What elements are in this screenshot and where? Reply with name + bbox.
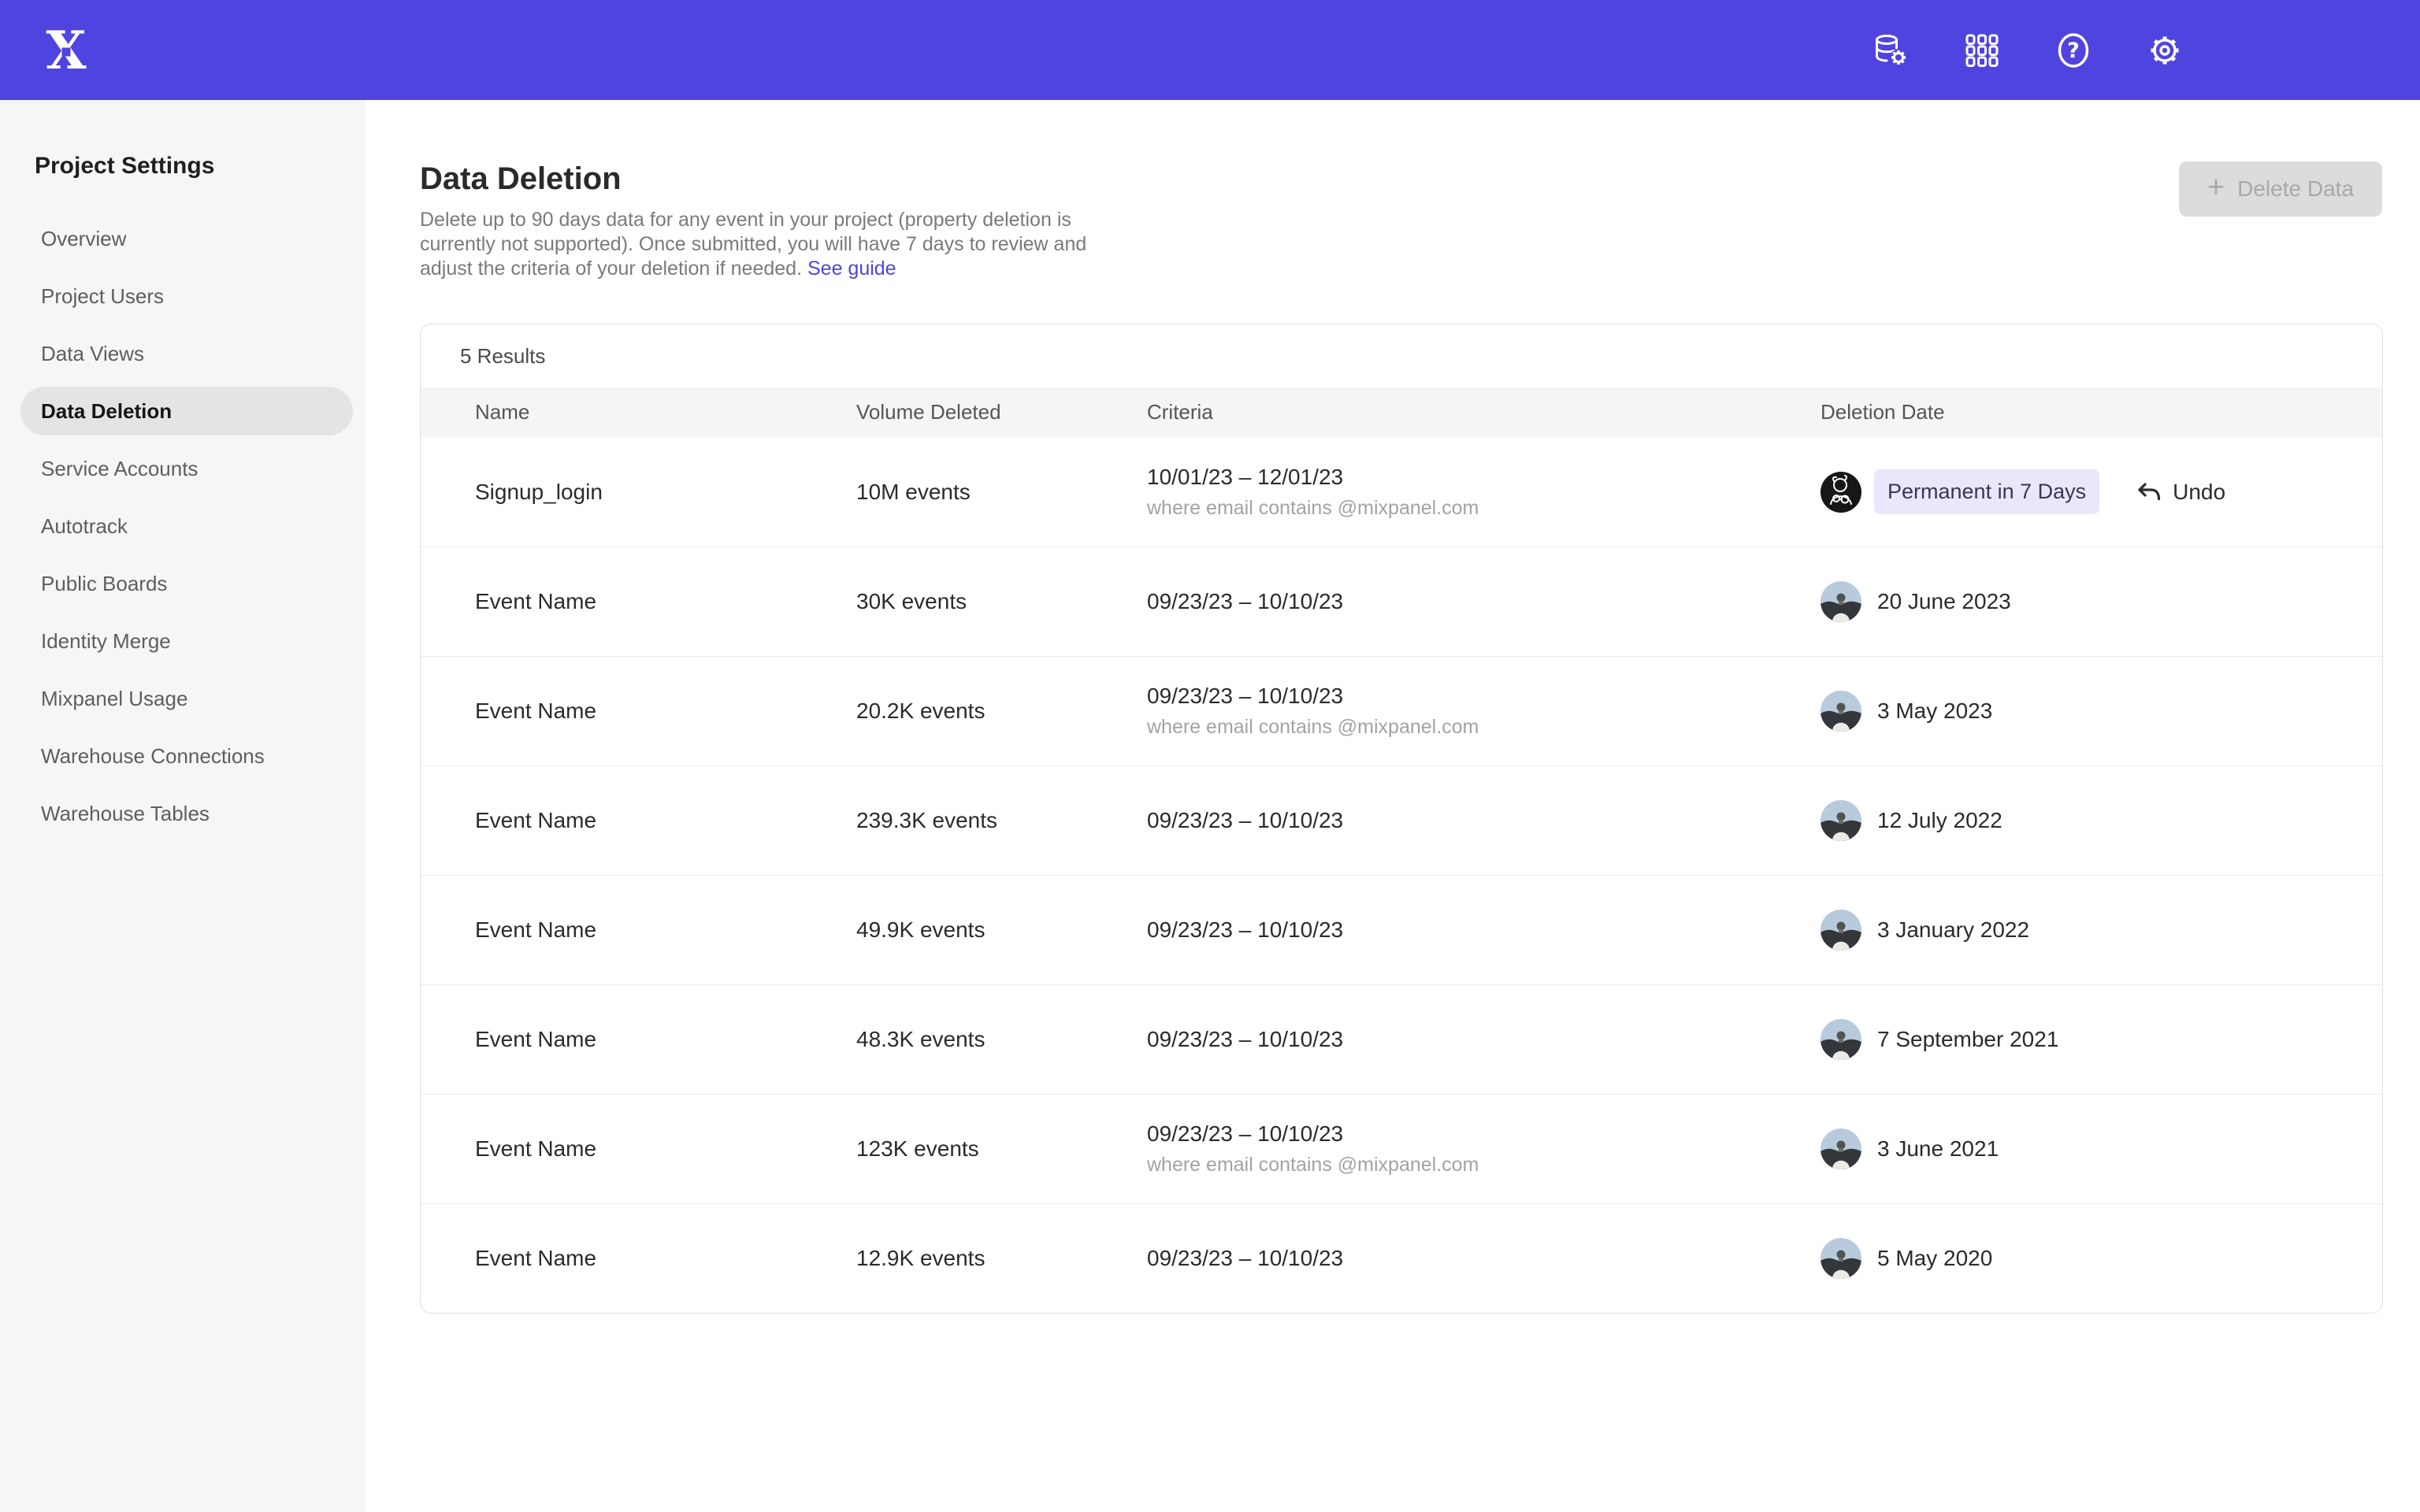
criteria-note: where email contains @mixpanel.com [1147,716,1821,739]
criteria-cell: 09/23/23 – 10/10/23 [1147,589,1821,614]
table-row: Event Name 239.3K events 09/23/23 – 10/1… [421,765,2382,875]
sidebar: Project Settings Overview Project Users … [0,100,366,1512]
delete-data-button-label: Delete Data [2237,176,2354,202]
see-guide-link[interactable]: See guide [807,258,896,280]
table-row: Event Name 49.9K events 09/23/23 – 10/10… [421,875,2382,984]
sidebar-item-identity-merge[interactable]: Identity Merge [20,617,353,665]
table-row: Event Name 12.9K events 09/23/23 – 10/10… [421,1203,2382,1313]
event-name: Event Name [475,1136,856,1162]
deletion-date-cell: 3 January 2022 [1821,910,2382,951]
volume-deleted: 20.2K events [856,699,1147,724]
avatar [1821,581,1861,622]
mixpanel-logo-icon[interactable]: X [44,28,88,72]
avatar [1821,1128,1861,1169]
criteria-note: where email contains @mixpanel.com [1147,497,1821,520]
sidebar-title: Project Settings [35,152,366,180]
results-count: 5 Results [421,324,2382,387]
table-row: Event Name 48.3K events 09/23/23 – 10/10… [421,984,2382,1094]
event-name: Event Name [475,808,856,833]
event-name: Event Name [475,589,856,614]
avatar [1821,1019,1861,1060]
volume-deleted: 10M events [856,480,1147,505]
event-name: Event Name [475,699,856,724]
criteria-cell: 09/23/23 – 10/10/23 [1147,1246,1821,1271]
criteria-note: where email contains @mixpanel.com [1147,1154,1821,1177]
event-name: Event Name [475,1246,856,1271]
volume-deleted: 12.9K events [856,1246,1147,1271]
topbar-icons: ? [1872,32,2184,69]
status-badge: Permanent in 7 Days [1874,469,2099,514]
event-name: Event Name [475,1027,856,1052]
deletion-date: 5 May 2020 [1877,1246,1992,1271]
undo-button[interactable]: Undo [2134,478,2225,506]
criteria-cell: 09/23/23 – 10/10/23 [1147,1027,1821,1052]
deletion-date: 12 July 2022 [1877,808,2002,833]
deletion-date-cell: 20 June 2023 [1821,581,2382,622]
sidebar-item-service-accounts[interactable]: Service Accounts [20,444,353,493]
sidebar-item-mixpanel-usage[interactable]: Mixpanel Usage [20,674,353,723]
topbar: X [0,0,2420,100]
sidebar-item-autotrack[interactable]: Autotrack [20,502,353,550]
settings-gear-icon[interactable] [2146,32,2184,69]
criteria-cell: 09/23/23 – 10/10/23 [1147,808,1821,833]
criteria-cell: 09/23/23 – 10/10/23 where email contains… [1147,1121,1821,1177]
sidebar-item-warehouse-connections[interactable]: Warehouse Connections [20,732,353,780]
deletion-date: 7 September 2021 [1877,1027,2058,1052]
volume-deleted: 123K events [856,1136,1147,1162]
avatar [1821,691,1861,732]
avatar [1821,910,1861,951]
deletion-date: 3 June 2021 [1877,1136,1999,1162]
column-header-volume: Volume Deleted [856,400,1147,424]
data-management-icon[interactable] [1872,32,1910,69]
volume-deleted: 239.3K events [856,808,1147,833]
sidebar-item-overview[interactable]: Overview [20,214,353,263]
column-header-name: Name [475,400,856,424]
deletion-date: 3 January 2022 [1877,917,2029,943]
apps-grid-icon[interactable] [1963,32,2001,69]
svg-text:?: ? [2067,39,2080,63]
undo-label: Undo [2173,480,2225,505]
column-header-criteria: Criteria [1147,400,1821,424]
deletion-date-cell: 5 May 2020 [1821,1238,2382,1279]
avatar [1821,800,1861,841]
event-name: Event Name [475,917,856,943]
sidebar-item-data-deletion[interactable]: Data Deletion [20,387,353,435]
deletion-table-card: 5 Results Name Volume Deleted Criteria D… [420,324,2383,1314]
table-row: Event Name 30K events 09/23/23 – 10/10/2… [421,547,2382,656]
deletion-date-cell: 3 June 2021 [1821,1128,2382,1169]
volume-deleted: 48.3K events [856,1027,1147,1052]
sidebar-item-project-users[interactable]: Project Users [20,272,353,321]
table-row: Event Name 123K events 09/23/23 – 10/10/… [421,1094,2382,1203]
deletion-date-cell: 12 July 2022 [1821,800,2382,841]
deletion-date-cell: 7 September 2021 [1821,1019,2382,1060]
help-icon[interactable]: ? [2054,32,2092,69]
sidebar-item-public-boards[interactable]: Public Boards [20,559,353,608]
delete-data-button[interactable]: + Delete Data [2179,161,2382,217]
column-header-deletion-date: Deletion Date [1821,400,2382,424]
criteria-cell: 10/01/23 – 12/01/23 where email contains… [1147,465,1821,520]
deletion-date-cell: 3 May 2023 [1821,691,2382,732]
page-title: Data Deletion [420,160,1086,198]
table-row: Event Name 20.2K events 09/23/23 – 10/10… [421,656,2382,765]
deletion-date-cell: Permanent in 7 Days Undo [1821,469,2382,514]
deletion-date: 3 May 2023 [1877,699,1992,724]
undo-icon [2134,478,2162,506]
table-header-row: Name Volume Deleted Criteria Deletion Da… [421,387,2382,437]
sidebar-item-data-views[interactable]: Data Views [20,329,353,378]
sidebar-nav: Overview Project Users Data Views Data D… [0,214,366,838]
page-description: Delete up to 90 days data for any event … [420,208,1086,281]
main-content: Data Deletion Delete up to 90 days data … [366,100,2420,1512]
plus-icon: + [2207,172,2225,202]
criteria-cell: 09/23/23 – 10/10/23 where email contains… [1147,684,1821,739]
table-row: Signup_login 10M events 10/01/23 – 12/01… [421,437,2382,547]
avatar [1821,472,1861,513]
event-name: Signup_login [475,480,856,505]
criteria-cell: 09/23/23 – 10/10/23 [1147,917,1821,943]
page-header: Data Deletion Delete up to 90 days data … [366,100,2420,281]
volume-deleted: 49.9K events [856,917,1147,943]
volume-deleted: 30K events [856,589,1147,614]
sidebar-item-warehouse-tables[interactable]: Warehouse Tables [20,789,353,838]
deletion-date: 20 June 2023 [1877,589,2011,614]
avatar [1821,1238,1861,1279]
